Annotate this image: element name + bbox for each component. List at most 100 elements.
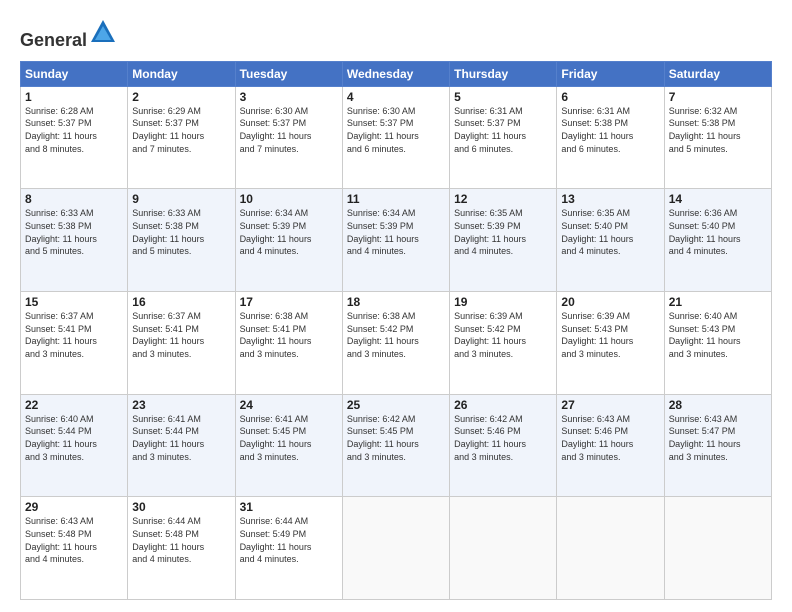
day-detail: Sunrise: 6:43 AMSunset: 5:46 PMDaylight:… [561,413,659,463]
day-number: 29 [25,500,123,514]
calendar-cell: 26 Sunrise: 6:42 AMSunset: 5:46 PMDaylig… [450,394,557,497]
day-detail: Sunrise: 6:42 AMSunset: 5:46 PMDaylight:… [454,413,552,463]
day-number: 18 [347,295,445,309]
calendar-week-2: 8 Sunrise: 6:33 AMSunset: 5:38 PMDayligh… [21,189,772,292]
day-number: 26 [454,398,552,412]
day-detail: Sunrise: 6:35 AMSunset: 5:39 PMDaylight:… [454,207,552,257]
calendar-week-5: 29 Sunrise: 6:43 AMSunset: 5:48 PMDaylig… [21,497,772,600]
calendar-cell: 17 Sunrise: 6:38 AMSunset: 5:41 PMDaylig… [235,292,342,395]
calendar-cell: 15 Sunrise: 6:37 AMSunset: 5:41 PMDaylig… [21,292,128,395]
day-number: 23 [132,398,230,412]
calendar-cell: 7 Sunrise: 6:32 AMSunset: 5:38 PMDayligh… [664,86,771,189]
day-detail: Sunrise: 6:41 AMSunset: 5:45 PMDaylight:… [240,413,338,463]
day-number: 19 [454,295,552,309]
day-number: 31 [240,500,338,514]
calendar-cell [450,497,557,600]
day-number: 9 [132,192,230,206]
day-detail: Sunrise: 6:35 AMSunset: 5:40 PMDaylight:… [561,207,659,257]
day-number: 30 [132,500,230,514]
day-number: 20 [561,295,659,309]
day-number: 15 [25,295,123,309]
calendar-week-3: 15 Sunrise: 6:37 AMSunset: 5:41 PMDaylig… [21,292,772,395]
calendar-cell: 4 Sunrise: 6:30 AMSunset: 5:37 PMDayligh… [342,86,449,189]
calendar-cell: 24 Sunrise: 6:41 AMSunset: 5:45 PMDaylig… [235,394,342,497]
day-number: 14 [669,192,767,206]
day-detail: Sunrise: 6:39 AMSunset: 5:42 PMDaylight:… [454,310,552,360]
calendar-cell: 16 Sunrise: 6:37 AMSunset: 5:41 PMDaylig… [128,292,235,395]
day-number: 8 [25,192,123,206]
day-detail: Sunrise: 6:36 AMSunset: 5:40 PMDaylight:… [669,207,767,257]
day-number: 28 [669,398,767,412]
day-number: 22 [25,398,123,412]
calendar-week-1: 1 Sunrise: 6:28 AMSunset: 5:37 PMDayligh… [21,86,772,189]
logo-general: General [20,30,87,50]
calendar-cell: 10 Sunrise: 6:34 AMSunset: 5:39 PMDaylig… [235,189,342,292]
calendar-cell: 13 Sunrise: 6:35 AMSunset: 5:40 PMDaylig… [557,189,664,292]
day-detail: Sunrise: 6:34 AMSunset: 5:39 PMDaylight:… [347,207,445,257]
day-detail: Sunrise: 6:37 AMSunset: 5:41 PMDaylight:… [25,310,123,360]
day-number: 3 [240,90,338,104]
calendar-cell: 3 Sunrise: 6:30 AMSunset: 5:37 PMDayligh… [235,86,342,189]
day-number: 10 [240,192,338,206]
weekday-friday: Friday [557,61,664,86]
day-number: 16 [132,295,230,309]
calendar-cell: 31 Sunrise: 6:44 AMSunset: 5:49 PMDaylig… [235,497,342,600]
calendar-cell: 6 Sunrise: 6:31 AMSunset: 5:38 PMDayligh… [557,86,664,189]
day-detail: Sunrise: 6:33 AMSunset: 5:38 PMDaylight:… [25,207,123,257]
calendar-table: SundayMondayTuesdayWednesdayThursdayFrid… [20,61,772,600]
day-detail: Sunrise: 6:43 AMSunset: 5:47 PMDaylight:… [669,413,767,463]
day-number: 27 [561,398,659,412]
day-number: 5 [454,90,552,104]
day-number: 7 [669,90,767,104]
day-number: 1 [25,90,123,104]
weekday-tuesday: Tuesday [235,61,342,86]
weekday-wednesday: Wednesday [342,61,449,86]
day-detail: Sunrise: 6:40 AMSunset: 5:44 PMDaylight:… [25,413,123,463]
header: General [20,18,772,51]
day-detail: Sunrise: 6:43 AMSunset: 5:48 PMDaylight:… [25,515,123,565]
day-number: 2 [132,90,230,104]
day-number: 13 [561,192,659,206]
day-detail: Sunrise: 6:41 AMSunset: 5:44 PMDaylight:… [132,413,230,463]
day-detail: Sunrise: 6:28 AMSunset: 5:37 PMDaylight:… [25,105,123,155]
day-number: 17 [240,295,338,309]
logo: General [20,18,117,51]
logo-text: General [20,18,117,51]
calendar-cell: 9 Sunrise: 6:33 AMSunset: 5:38 PMDayligh… [128,189,235,292]
day-detail: Sunrise: 6:40 AMSunset: 5:43 PMDaylight:… [669,310,767,360]
calendar-cell [557,497,664,600]
calendar-cell: 21 Sunrise: 6:40 AMSunset: 5:43 PMDaylig… [664,292,771,395]
weekday-header-row: SundayMondayTuesdayWednesdayThursdayFrid… [21,61,772,86]
calendar-cell: 28 Sunrise: 6:43 AMSunset: 5:47 PMDaylig… [664,394,771,497]
calendar-cell: 14 Sunrise: 6:36 AMSunset: 5:40 PMDaylig… [664,189,771,292]
day-detail: Sunrise: 6:30 AMSunset: 5:37 PMDaylight:… [240,105,338,155]
day-number: 24 [240,398,338,412]
day-detail: Sunrise: 6:30 AMSunset: 5:37 PMDaylight:… [347,105,445,155]
day-detail: Sunrise: 6:44 AMSunset: 5:49 PMDaylight:… [240,515,338,565]
calendar-cell [342,497,449,600]
calendar-cell: 8 Sunrise: 6:33 AMSunset: 5:38 PMDayligh… [21,189,128,292]
calendar-cell: 30 Sunrise: 6:44 AMSunset: 5:48 PMDaylig… [128,497,235,600]
day-detail: Sunrise: 6:31 AMSunset: 5:38 PMDaylight:… [561,105,659,155]
day-detail: Sunrise: 6:38 AMSunset: 5:41 PMDaylight:… [240,310,338,360]
weekday-saturday: Saturday [664,61,771,86]
weekday-monday: Monday [128,61,235,86]
day-detail: Sunrise: 6:42 AMSunset: 5:45 PMDaylight:… [347,413,445,463]
calendar-cell: 20 Sunrise: 6:39 AMSunset: 5:43 PMDaylig… [557,292,664,395]
calendar-cell: 1 Sunrise: 6:28 AMSunset: 5:37 PMDayligh… [21,86,128,189]
calendar-cell: 2 Sunrise: 6:29 AMSunset: 5:37 PMDayligh… [128,86,235,189]
day-detail: Sunrise: 6:38 AMSunset: 5:42 PMDaylight:… [347,310,445,360]
day-detail: Sunrise: 6:44 AMSunset: 5:48 PMDaylight:… [132,515,230,565]
day-number: 4 [347,90,445,104]
weekday-sunday: Sunday [21,61,128,86]
calendar-cell: 5 Sunrise: 6:31 AMSunset: 5:37 PMDayligh… [450,86,557,189]
day-number: 6 [561,90,659,104]
calendar-cell: 29 Sunrise: 6:43 AMSunset: 5:48 PMDaylig… [21,497,128,600]
day-detail: Sunrise: 6:31 AMSunset: 5:37 PMDaylight:… [454,105,552,155]
day-detail: Sunrise: 6:33 AMSunset: 5:38 PMDaylight:… [132,207,230,257]
day-number: 21 [669,295,767,309]
calendar-cell: 23 Sunrise: 6:41 AMSunset: 5:44 PMDaylig… [128,394,235,497]
calendar-cell: 22 Sunrise: 6:40 AMSunset: 5:44 PMDaylig… [21,394,128,497]
calendar-cell: 19 Sunrise: 6:39 AMSunset: 5:42 PMDaylig… [450,292,557,395]
day-detail: Sunrise: 6:37 AMSunset: 5:41 PMDaylight:… [132,310,230,360]
